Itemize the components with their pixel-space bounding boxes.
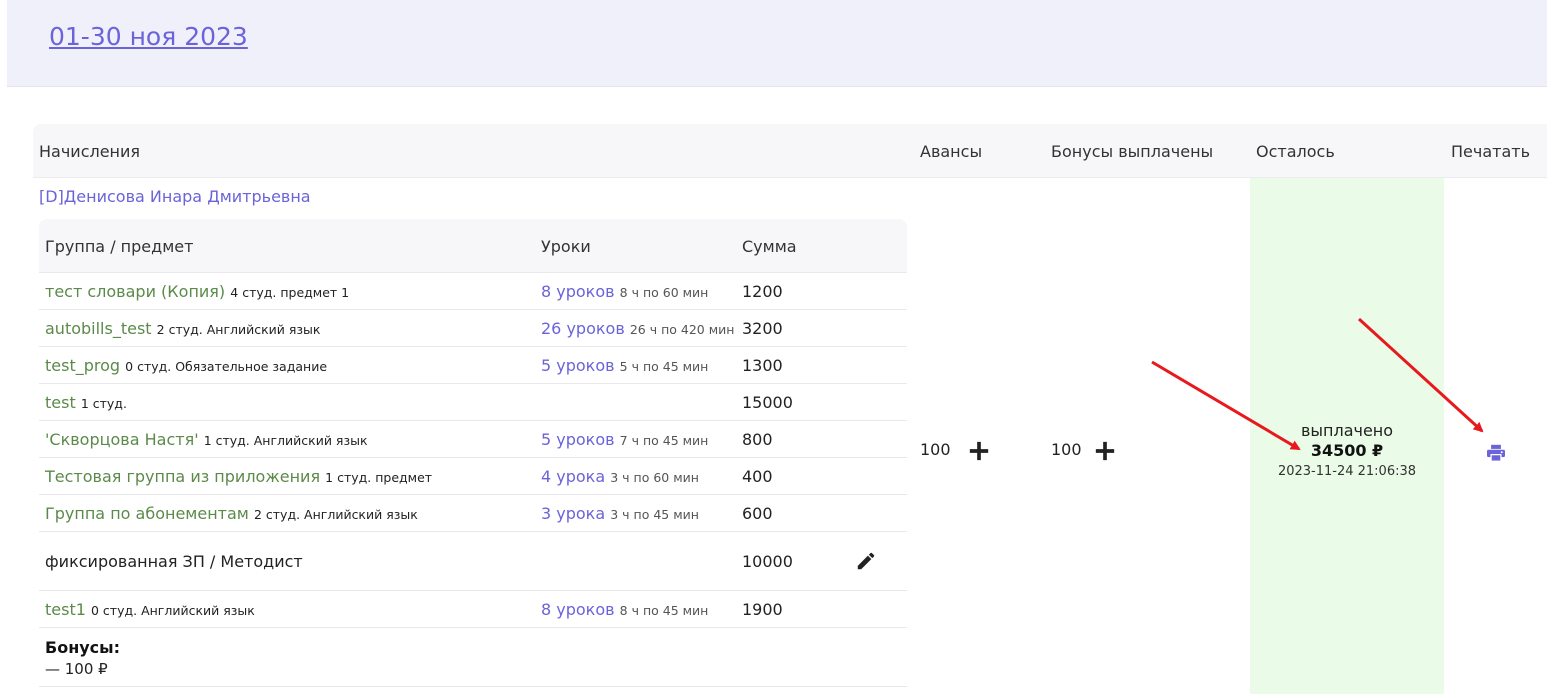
table-header: Начисления Авансы Бонусы выплачены Остал… <box>33 124 1547 178</box>
group-meta: 0 студ. Английский язык <box>91 603 255 618</box>
row-sum: 1200 <box>742 282 783 301</box>
row-sum: 400 <box>742 467 773 486</box>
group-link[interactable]: Группа по абонементам 2 студ. Английский… <box>45 504 418 523</box>
fixed-salary-row: фиксированная ЗП / Методист 10000 <box>39 532 907 591</box>
pencil-icon[interactable] <box>855 550 877 572</box>
subheader-lessons: Уроки <box>541 237 591 256</box>
row-sum: 3200 <box>742 319 783 338</box>
group-meta: 1 студ. Английский язык <box>203 433 368 448</box>
table-row: Группа по абонементам 2 студ. Английский… <box>39 495 907 532</box>
header-remaining: Осталось <box>1256 142 1335 161</box>
lessons-link[interactable]: 5 уроков 7 ч по 45 мин <box>541 430 708 449</box>
lessons-meta: 3 ч по 60 мин <box>610 470 699 485</box>
paid-status: выплачено <box>1300 421 1394 440</box>
table-row: test1 0 студ. Английский язык 8 уроков 8… <box>39 591 907 628</box>
group-meta: 4 студ. предмет 1 <box>230 285 350 300</box>
row-sum: 1300 <box>742 356 783 375</box>
subheader-group: Группа / предмет <box>45 237 194 256</box>
lessons-meta: 8 ч по 60 мин <box>619 285 709 300</box>
lessons-meta: 26 ч по 420 мин <box>629 322 735 337</box>
lessons-link[interactable]: 4 урока 3 ч по 60 мин <box>541 467 699 486</box>
paid-amount: 34500 ₽ <box>1310 441 1384 460</box>
lessons-meta: 7 ч по 45 мин <box>619 433 709 448</box>
lessons-link[interactable]: 8 уроков 8 ч по 45 мин <box>541 600 708 619</box>
bonuses-title: Бонусы: <box>45 638 121 657</box>
table-row: test_prog 0 студ. Обязательное задание 5… <box>39 347 907 384</box>
group-meta: 1 студ. предмет <box>325 470 433 485</box>
header-advances: Авансы <box>920 142 983 161</box>
group-link[interactable]: test_prog 0 студ. Обязательное задание <box>45 356 327 375</box>
accruals-subtable: Группа / предмет Уроки Сумма тест словар… <box>39 219 907 687</box>
group-meta: 2 студ. Английский язык <box>253 507 418 522</box>
group-link[interactable]: test 1 студ. <box>45 393 127 412</box>
lessons-meta: 5 ч по 45 мин <box>619 359 709 374</box>
bonuses-paid-value: 100 <box>1051 440 1082 459</box>
header-bonuses-paid: Бонусы выплачены <box>1051 142 1214 161</box>
period-header: 01-30 ноя 2023 <box>7 0 1547 87</box>
table-row: тест словари (Копия) 4 студ. предмет 1 8… <box>39 273 907 310</box>
table-row: autobills_test 2 студ. Английский язык 2… <box>39 310 907 347</box>
group-link[interactable]: test1 0 студ. Английский язык <box>45 600 255 619</box>
table-row: 'Скворцова Настя' 1 студ. Английский язы… <box>39 421 907 458</box>
group-link[interactable]: тест словари (Копия) 4 студ. предмет 1 <box>45 282 349 301</box>
bonuses-block: Бонусы: — 100 ₽ <box>39 628 907 687</box>
lessons-meta: 3 ч по 45 мин <box>610 507 699 522</box>
lessons-link[interactable]: 5 уроков 5 ч по 45 мин <box>541 356 708 375</box>
group-meta: 0 студ. Обязательное задание <box>125 359 328 374</box>
plus-icon[interactable] <box>1094 440 1116 462</box>
row-sum: 1900 <box>742 600 783 619</box>
bonuses-value: — 100 ₽ <box>45 660 108 678</box>
group-link[interactable]: autobills_test 2 студ. Английский язык <box>45 319 320 338</box>
fixed-salary-sum: 10000 <box>742 552 793 571</box>
period-link[interactable]: 01-30 ноя 2023 <box>49 22 248 51</box>
lessons-meta: 8 ч по 45 мин <box>619 603 709 618</box>
header-accruals: Начисления <box>39 142 141 161</box>
lessons-link[interactable]: 3 урока 3 ч по 45 мин <box>541 504 699 523</box>
header-print: Печатать <box>1451 142 1531 161</box>
row-sum: 600 <box>742 504 773 523</box>
table-row: Тестовая группа из приложения 1 студ. пр… <box>39 458 907 495</box>
group-link[interactable]: Тестовая группа из приложения 1 студ. пр… <box>45 467 432 486</box>
group-link[interactable]: 'Скворцова Настя' 1 студ. Английский язы… <box>45 430 368 449</box>
salary-table: Начисления Авансы Бонусы выплачены Остал… <box>33 124 1547 694</box>
lessons-link[interactable]: 8 уроков 8 ч по 60 мин <box>541 282 708 301</box>
advances-value: 100 <box>920 440 951 459</box>
row-sum: 15000 <box>742 393 793 412</box>
printer-icon[interactable] <box>1486 444 1506 462</box>
table-row: test 1 студ. 15000 <box>39 384 907 421</box>
lessons-link[interactable]: 26 уроков 26 ч по 420 мин <box>541 319 734 338</box>
fixed-salary-label: фиксированная ЗП / Методист <box>45 552 303 571</box>
paid-datetime: 2023-11-24 21:06:38 <box>1277 464 1417 479</box>
remaining-cell: выплачено 34500 ₽ 2023-11-24 21:06:38 <box>1250 421 1444 479</box>
teacher-link[interactable]: [D]Денисова Инара Дмитрьевна <box>39 187 311 206</box>
plus-icon[interactable] <box>968 440 990 462</box>
subheader-sum: Сумма <box>742 237 797 256</box>
group-meta: 1 студ. <box>80 396 127 411</box>
group-meta: 2 студ. Английский язык <box>156 322 321 337</box>
subtable-header: Группа / предмет Уроки Сумма <box>39 219 907 273</box>
row-sum: 800 <box>742 430 773 449</box>
